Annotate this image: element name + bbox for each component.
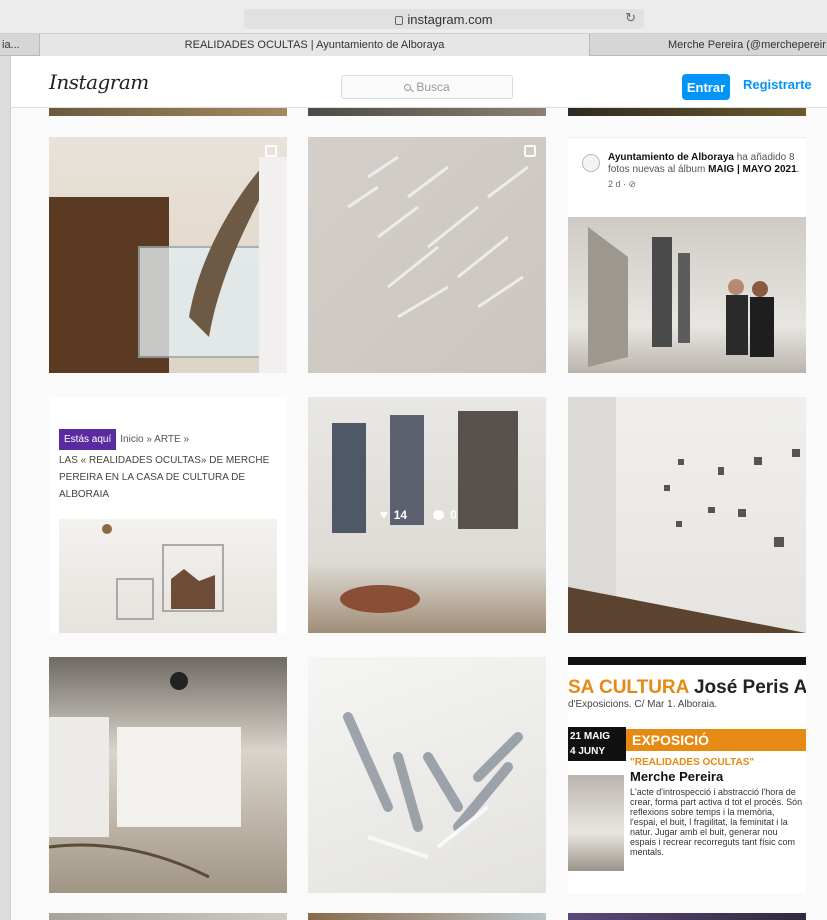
poster-body: L'acte d'introspecció i abstracció l'hor… [630,787,803,857]
poster-image [568,775,624,871]
post-thumbnail-partial[interactable] [568,108,806,116]
post-thumbnail-partial[interactable] [568,913,806,920]
post-image [59,519,277,633]
blog-excerpt: Estás aquí Inicio » ARTE » LAS « REALIDA… [59,429,283,503]
like-count: 14 [393,507,408,522]
post-stats-overlay: ♥ 14 0 [380,507,457,522]
post-image [568,397,806,633]
comment-count: 0 [450,507,457,522]
post-thumbnail[interactable] [49,137,287,373]
login-button[interactable]: Entrar [682,74,730,100]
avatar [582,154,600,172]
browser-toolbar: instagram.com ↻ [0,0,827,34]
instagram-page: Instagram Busca Entrar Registrarte Ayunt… [10,56,827,920]
url-text: instagram.com [407,11,493,27]
post-thumbnail-partial[interactable] [49,108,287,116]
reload-icon[interactable]: ↻ [625,10,636,26]
search-icon [404,83,412,91]
poster-title: SA CULTURA José Peris Aragó [568,677,806,698]
facebook-post-header: Ayuntamiento de Alboraya ha añadido 8 fo… [568,137,806,217]
register-link[interactable]: Registrarte [743,77,812,92]
search-placeholder: Busca [416,80,450,94]
post-thumbnail[interactable]: ♥ 14 0 [308,397,546,633]
post-thumbnail[interactable] [49,657,287,893]
address-bar[interactable]: instagram.com ↻ [244,9,644,29]
breadcrumb: Estás aquí Inicio » ARTE » [59,429,283,450]
tab-bar: ia... REALIDADES OCULTAS | Ayuntamiento … [0,34,827,56]
poster-subtitle: d'Exposicions. C/ Mar 1. Alboraia. [568,699,718,710]
post-thumbnail[interactable] [308,657,546,893]
instagram-logo[interactable]: Instagram [49,70,149,94]
carousel-icon [265,145,277,157]
tab-realidades-ocultas[interactable]: REALIDADES OCULTAS | Ayuntamiento de Alb… [40,34,590,56]
blog-headline: LAS « REALIDADES OCULTAS» DE MERCHE PERE… [59,455,270,500]
post-thumbnail[interactable]: Ayuntamiento de Alboraya ha añadido 8 fo… [568,137,806,373]
poster-dates: 21 MAIG 4 JUNY [568,727,626,761]
instagram-header: Instagram Busca Entrar Registrarte [11,56,827,108]
tab-previous[interactable]: ia... [0,34,40,56]
location-badge: Estás aquí [59,429,117,450]
post-thumbnail-partial[interactable] [49,913,287,920]
post-image [49,672,241,879]
poster-tag: EXPOSICIÓ [626,729,806,751]
post-thumbnail[interactable]: SA CULTURA José Peris Aragó d'Exposicion… [568,657,806,893]
lock-icon [395,15,404,25]
post-image [347,155,529,319]
post-thumbnail[interactable] [308,137,546,373]
facebook-post-meta: 2 d · ⊘ [608,179,637,189]
poster-show-title: "REALIDADES OCULTAS" [630,757,755,768]
tab-merche-pereira[interactable]: Merche Pereira (@merchepereir [590,34,827,56]
post-image [49,157,287,373]
post-thumbnail-partial[interactable] [308,913,546,920]
poster-top-bar [568,657,806,665]
post-thumbnail-partial[interactable] [308,108,546,116]
facebook-post-text: Ayuntamiento de Alboraya ha añadido 8 fo… [608,152,800,189]
post-thumbnail[interactable]: Estás aquí Inicio » ARTE » LAS « REALIDA… [49,397,287,633]
carousel-icon [524,145,536,157]
search-input[interactable]: Busca [341,75,513,99]
comment-icon [433,509,445,520]
heart-icon: ♥ [380,507,388,522]
post-thumbnail[interactable] [568,397,806,633]
post-image [568,217,806,373]
poster-artist: Merche Pereira [630,769,724,784]
post-image [343,712,523,859]
